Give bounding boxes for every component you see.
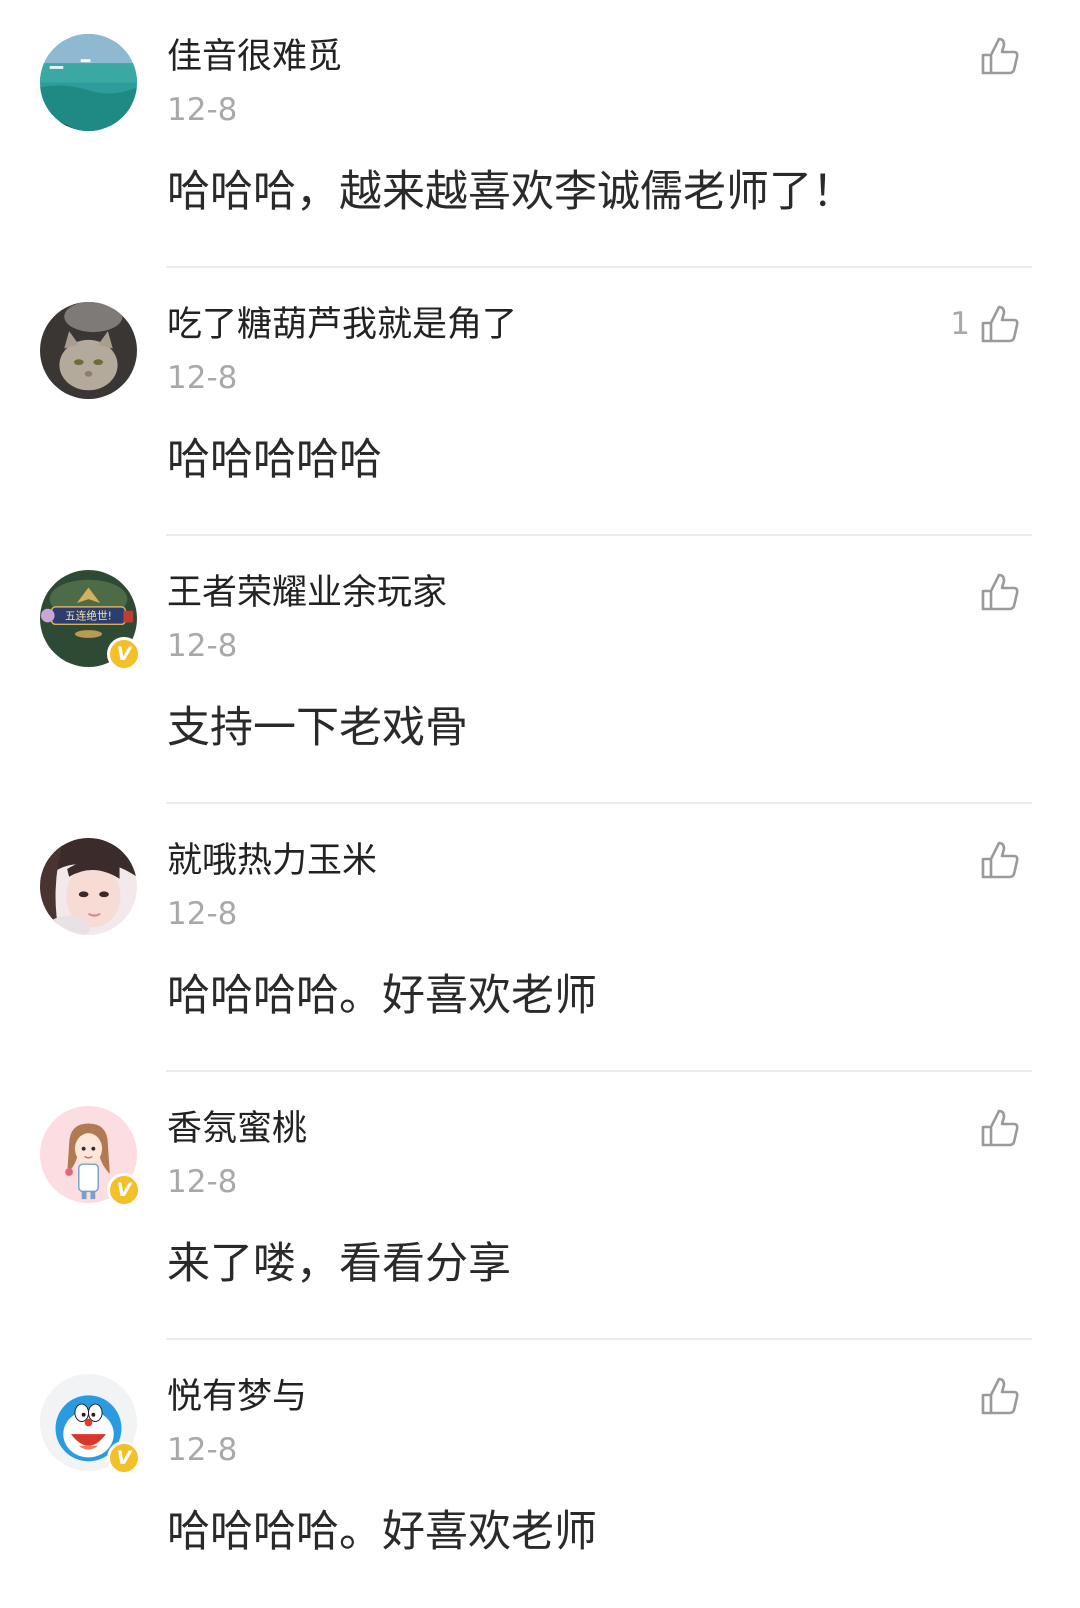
username[interactable]: 吃了糖葫芦我就是角了: [167, 302, 517, 348]
comment-date: 12-8: [167, 360, 238, 396]
comment-item: V 香氛蜜桃 12-8 来了喽，看看分享: [0, 1072, 1080, 1340]
verified-badge-icon: V: [107, 1441, 141, 1475]
thumbs-up-icon: [981, 1377, 1019, 1415]
like-button[interactable]: [970, 838, 1020, 882]
like-button[interactable]: [970, 1106, 1020, 1150]
thumbs-up-icon: [981, 37, 1019, 75]
avatar[interactable]: [40, 302, 137, 399]
comment-item: V 悦有梦与 12-8 哈哈哈哈。好喜欢老师: [0, 1340, 1080, 1608]
thumbs-up-icon: [981, 305, 1019, 343]
like-button[interactable]: [970, 34, 1020, 78]
verified-badge-icon: V: [107, 1173, 141, 1207]
comment-text: 支持一下老戏骨: [167, 703, 468, 753]
verified-badge-icon: V: [107, 637, 141, 671]
username[interactable]: 香氛蜜桃: [167, 1106, 307, 1152]
username[interactable]: 悦有梦与: [167, 1374, 307, 1420]
comment-text: 哈哈哈，越来越喜欢李诚儒老师了！: [167, 167, 855, 217]
comment-date: 12-8: [167, 896, 238, 932]
comment-date: 12-8: [167, 1164, 238, 1200]
username[interactable]: 王者荣耀业余玩家: [167, 570, 447, 616]
thumbs-up-icon: [981, 841, 1019, 879]
comment-text: 来了喽，看看分享: [167, 1239, 511, 1289]
like-button[interactable]: [970, 570, 1020, 614]
comment-date: 12-8: [167, 1432, 238, 1468]
girl-portrait-avatar: [40, 838, 137, 935]
comment-text: 哈哈哈哈哈: [167, 435, 382, 485]
avatar-banner-text: 五连绝世!: [65, 609, 112, 622]
comment-text: 哈哈哈哈。好喜欢老师: [167, 1507, 597, 1557]
username[interactable]: 佳音很难觅: [167, 34, 342, 80]
like-count: 1: [950, 306, 970, 342]
avatar[interactable]: [40, 34, 137, 131]
comment-item: 佳音很难觅 12-8 哈哈哈，越来越喜欢李诚儒老师了！: [0, 0, 1080, 268]
username[interactable]: 就哦热力玉米: [167, 838, 377, 884]
thumbs-up-icon: [981, 573, 1019, 611]
comment-text: 哈哈哈哈。好喜欢老师: [167, 971, 597, 1021]
comment-date: 12-8: [167, 92, 238, 128]
cat-photo-avatar: [40, 302, 137, 399]
comment-item: 五连绝世! V 王者荣耀业余玩家 12-8 支持一下老戏骨: [0, 536, 1080, 804]
like-button[interactable]: 1: [950, 302, 1020, 346]
comment-list: 佳音很难觅 12-8 哈哈哈，越来越喜欢李诚儒老师了！ 吃了糖葫芦我就是角了 1…: [0, 0, 1080, 1580]
comment-date: 12-8: [167, 628, 238, 664]
comment-item: 吃了糖葫芦我就是角了 12-8 哈哈哈哈哈 1: [0, 268, 1080, 536]
avatar[interactable]: [40, 838, 137, 935]
ocean-photo-avatar: [40, 34, 137, 131]
like-button[interactable]: [970, 1374, 1020, 1418]
comment-item: 就哦热力玉米 12-8 哈哈哈哈。好喜欢老师: [0, 804, 1080, 1072]
thumbs-up-icon: [981, 1109, 1019, 1147]
